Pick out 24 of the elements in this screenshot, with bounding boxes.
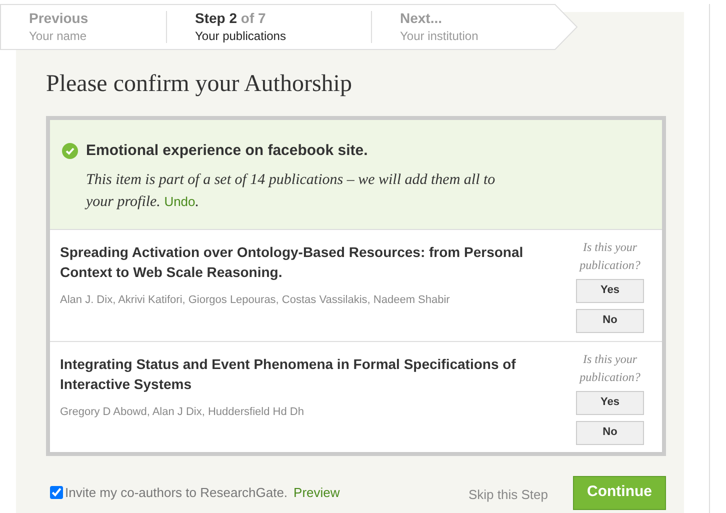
yes-button[interactable]: Yes <box>576 390 644 414</box>
step-title: Previous <box>29 11 88 25</box>
yes-button[interactable]: Yes <box>576 278 644 302</box>
publication-title[interactable]: Spreading Activation over Ontology-Based Resources: from Personal Context to Web Scale Reasoning. <box>60 242 530 282</box>
step-subtitle: Your name <box>29 30 87 43</box>
publication-authors: Gregory D Abowd, Alan J Dix, Huddersfield Hd Dh <box>60 404 305 420</box>
no-button[interactable]: No <box>576 308 644 332</box>
page-heading: Please confirm your Authorship <box>46 70 352 99</box>
check-icon <box>62 143 78 160</box>
ownership-question: Is this your publication? <box>578 350 642 386</box>
confirmation-note: This item is part of a set of 14 publications – we will add them all to your profile. Undo. <box>86 170 496 212</box>
step-subtitle: Your publications <box>195 30 286 43</box>
invite-label: Invite my co-authors to ResearchGate. <box>65 484 288 502</box>
invite-checkbox[interactable] <box>50 486 63 499</box>
undo-link[interactable]: Undo <box>164 194 196 208</box>
preview-link[interactable]: Preview <box>294 482 340 502</box>
no-button[interactable]: No <box>576 420 644 444</box>
publication-title[interactable]: Integrating Status and Event Phenomena in Formal Specifications of Interactive Systems <box>60 354 530 394</box>
step-title: Next... <box>400 11 442 25</box>
confirmed-title: Emotional experience on facebook site. <box>86 141 368 161</box>
publication-authors: Alan J. Dix, Akrivi Katifori, Giorgos Lepouras, Costas Vassilakis, Nadeem Shabir <box>60 292 451 308</box>
step-title: Step 2 of 7 <box>195 11 266 25</box>
ownership-question: Is this your publication? <box>578 238 642 274</box>
step-subtitle: Your institution <box>400 30 478 43</box>
